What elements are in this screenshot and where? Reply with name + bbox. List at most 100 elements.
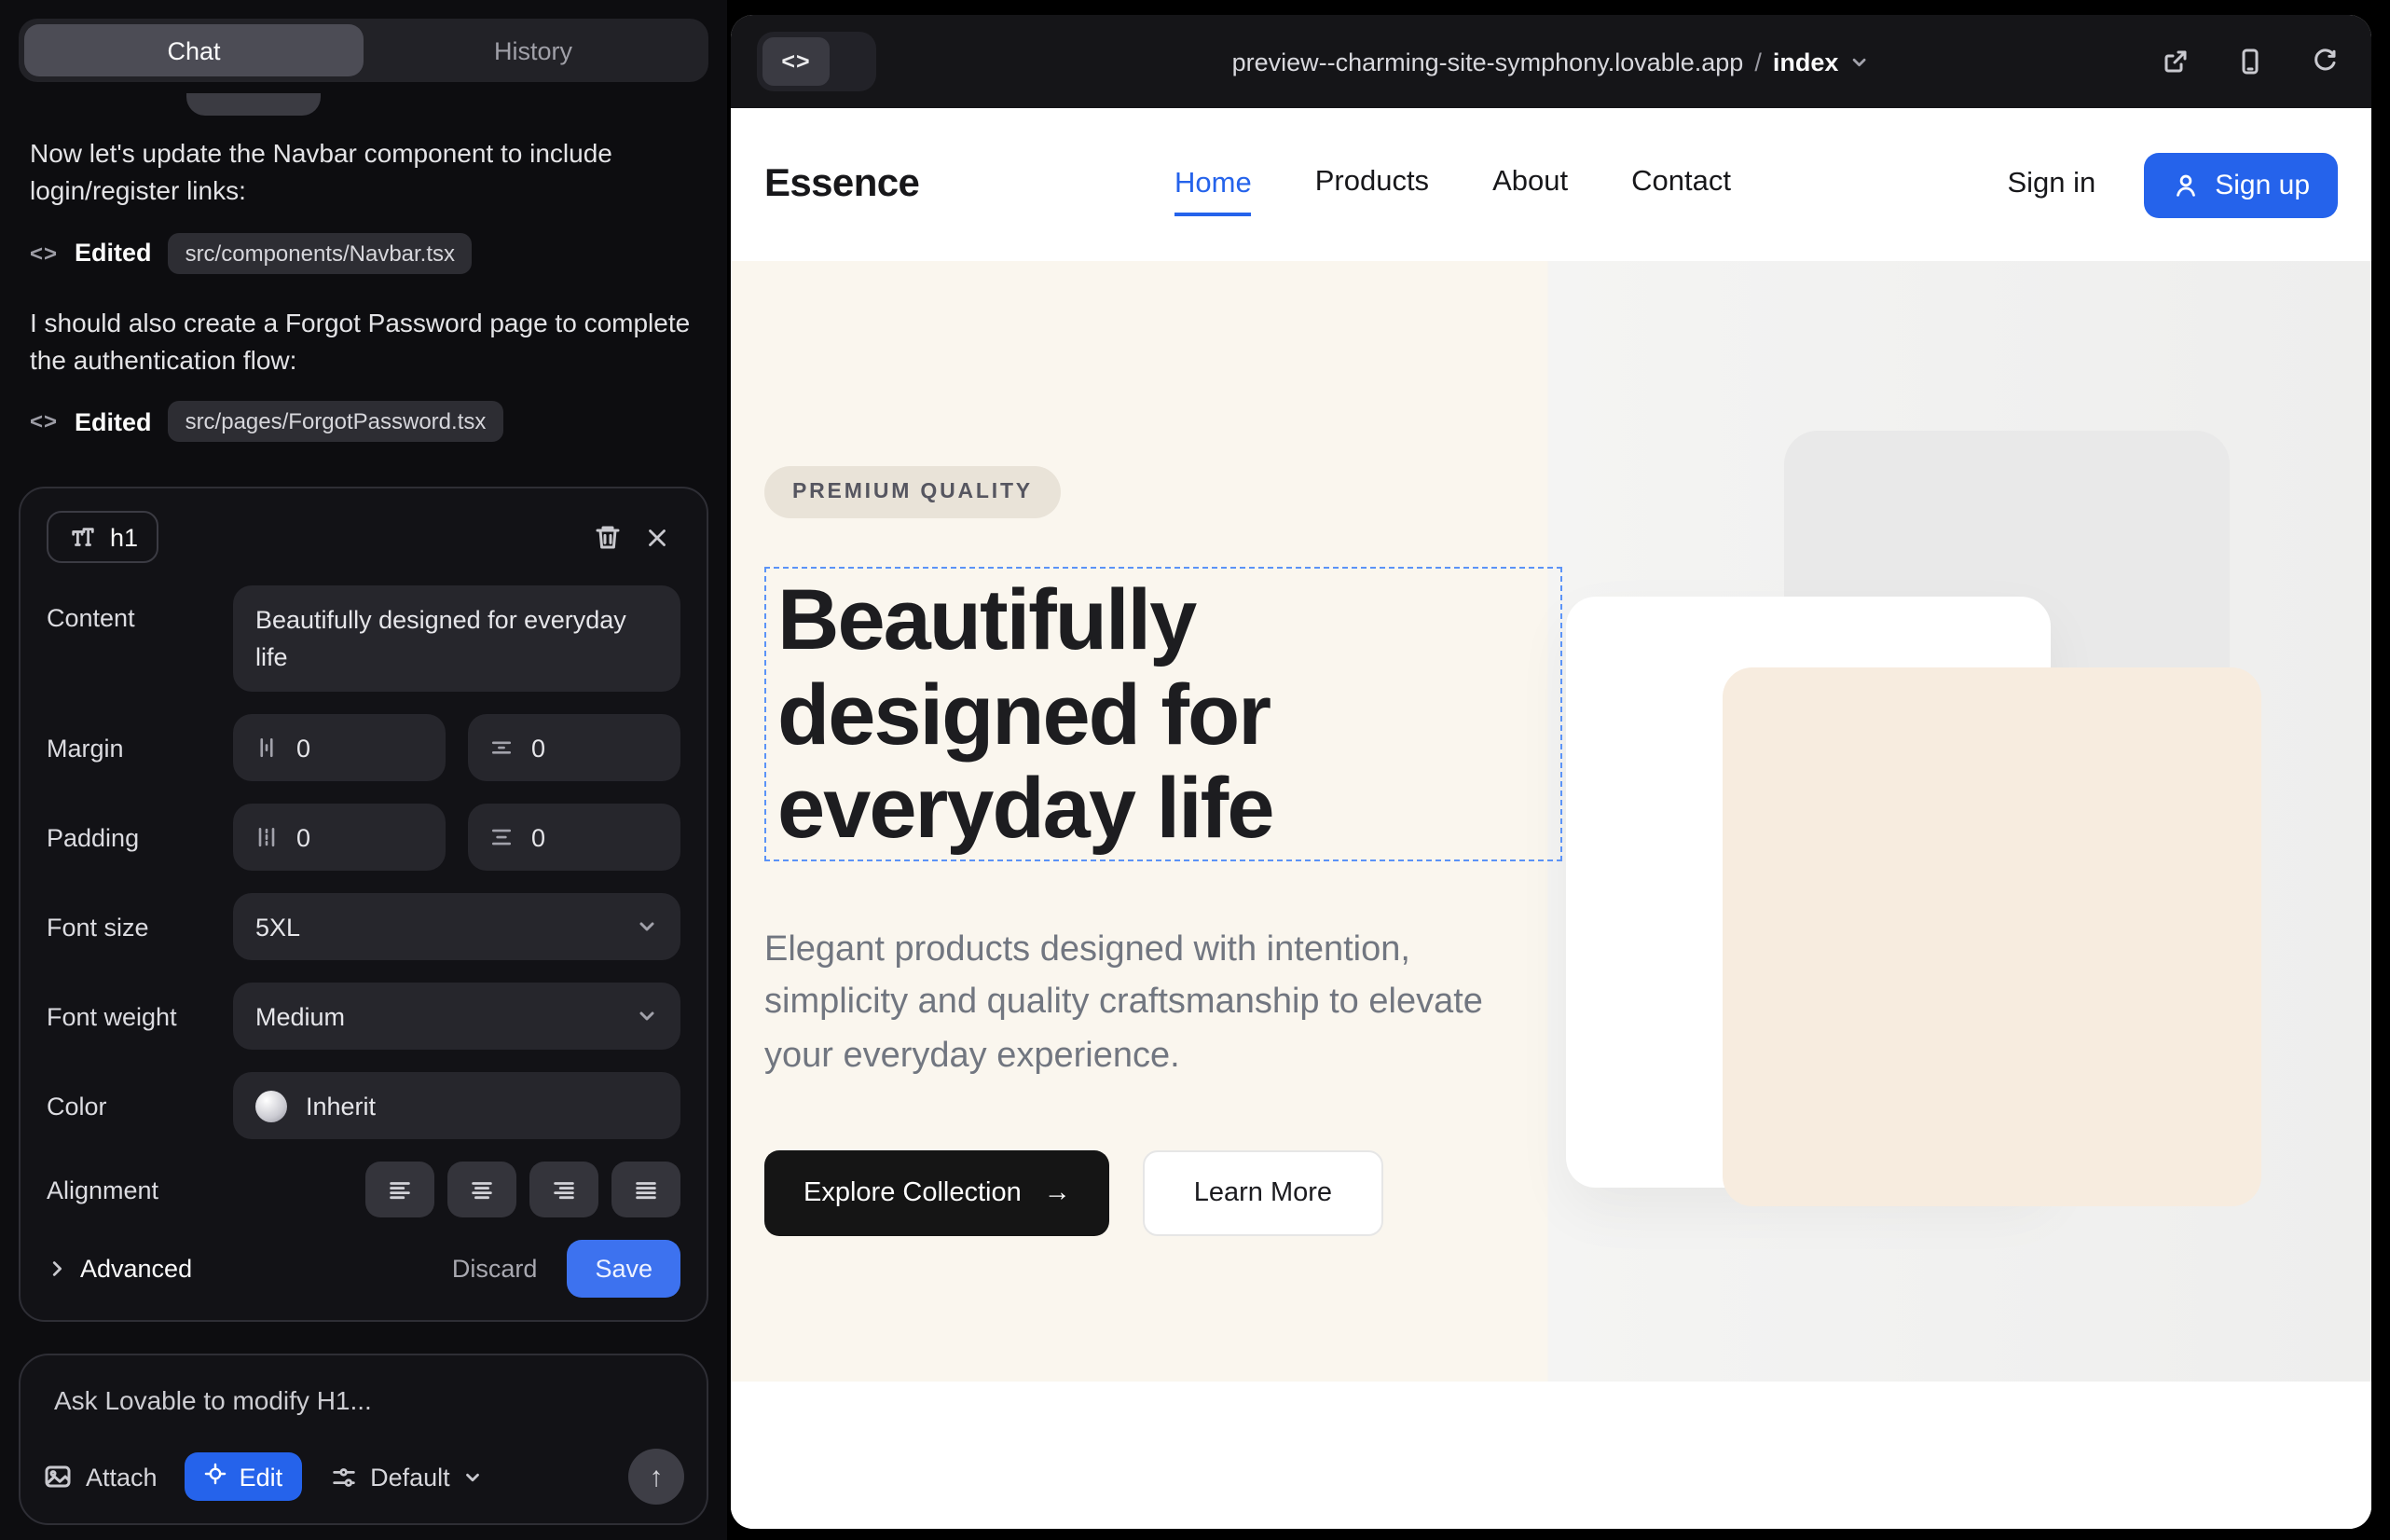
- padding-horizontal-icon: [254, 825, 280, 851]
- open-external-button[interactable]: [2155, 41, 2196, 82]
- mobile-view-button[interactable]: [2230, 41, 2271, 82]
- advanced-label: Advanced: [80, 1256, 192, 1284]
- edited-label: Edited: [75, 407, 152, 435]
- tab-history[interactable]: History: [364, 24, 703, 76]
- chat-message: Now let's update the Navbar component to…: [30, 134, 694, 210]
- editor-header: h1: [47, 511, 680, 563]
- margin-horizontal-icon: [254, 736, 280, 762]
- explore-collection-label: Explore Collection: [804, 1179, 1022, 1209]
- user-icon: [2172, 171, 2200, 199]
- hero-headline: Beautifully designed for everyday life: [777, 572, 1549, 856]
- align-left-button[interactable]: [365, 1162, 434, 1218]
- edit-mode-label: Edit: [240, 1463, 283, 1491]
- explore-collection-button[interactable]: Explore Collection →: [764, 1151, 1110, 1237]
- url-separator: /: [1754, 48, 1762, 76]
- file-edit-row: <> Edited src/pages/ForgotPassword.tsx: [30, 401, 697, 442]
- edited-label: Edited: [75, 239, 152, 267]
- prompt-input[interactable]: Ask Lovable to modify H1...: [54, 1385, 673, 1415]
- font-weight-row: Font weight Medium: [47, 983, 680, 1051]
- tab-chat[interactable]: Chat: [24, 24, 364, 76]
- nav-link-products[interactable]: Products: [1315, 166, 1429, 203]
- select-target-icon: [204, 1462, 228, 1492]
- image-icon: [43, 1462, 73, 1492]
- margin-vertical-input[interactable]: 0: [468, 715, 680, 782]
- chevron-right-icon: [47, 1259, 67, 1280]
- element-tag-label: h1: [110, 523, 138, 551]
- save-button[interactable]: Save: [567, 1241, 680, 1299]
- padding-horizontal-value: 0: [296, 824, 310, 852]
- chevron-down-icon: [636, 916, 658, 939]
- chevron-down-icon: [1849, 51, 1870, 72]
- padding-horizontal-input[interactable]: 0: [233, 804, 446, 872]
- sliders-icon: [329, 1463, 357, 1491]
- font-weight-label: Font weight: [47, 1003, 233, 1031]
- browser-chrome: <> preview--charming-site-symphony.lovab…: [731, 15, 2371, 108]
- premium-quality-badge: PREMIUM QUALITY: [764, 466, 1061, 518]
- hero-content: PREMIUM QUALITY Beautifully designed for…: [731, 261, 1573, 1237]
- send-button[interactable]: ↑: [628, 1449, 684, 1505]
- hero-cta-row: Explore Collection → Learn More: [764, 1151, 1573, 1237]
- margin-row: Margin 0 0: [47, 715, 680, 782]
- margin-horizontal-input[interactable]: 0: [233, 715, 446, 782]
- attach-button[interactable]: Attach: [43, 1462, 158, 1492]
- padding-vertical-icon: [488, 825, 515, 851]
- site-nav-links: Home Products About Contact: [1174, 166, 1731, 203]
- padding-vertical-input[interactable]: 0: [468, 804, 680, 872]
- learn-more-button[interactable]: Learn More: [1144, 1151, 1382, 1237]
- hero-section: PREMIUM QUALITY Beautifully designed for…: [731, 261, 2371, 1382]
- sign-up-button[interactable]: Sign up: [2144, 152, 2338, 217]
- alignment-label: Alignment: [47, 1176, 233, 1204]
- code-view-toggle[interactable]: <>: [757, 32, 876, 91]
- editor-footer: Advanced Discard Save: [47, 1241, 680, 1299]
- discard-button[interactable]: Discard: [430, 1243, 560, 1297]
- site-bottom-spacer: [731, 1382, 2371, 1529]
- color-row: Color Inherit: [47, 1073, 680, 1140]
- code-icon: <>: [30, 240, 58, 266]
- chat-message-list: Now let's update the Navbar component to…: [19, 101, 708, 472]
- file-path-chip[interactable]: src/pages/ForgotPassword.tsx: [169, 401, 503, 442]
- content-input[interactable]: Beautifully designed for everyday life: [233, 585, 680, 692]
- align-center-button[interactable]: [447, 1162, 516, 1218]
- url-path: index: [1773, 48, 1839, 76]
- nav-link-contact[interactable]: Contact: [1631, 166, 1731, 203]
- color-select[interactable]: Inherit: [233, 1073, 680, 1140]
- align-justify-button[interactable]: [611, 1162, 680, 1218]
- nav-link-about[interactable]: About: [1492, 166, 1568, 203]
- refresh-button[interactable]: [2304, 41, 2345, 82]
- edit-mode-button[interactable]: Edit: [185, 1452, 302, 1501]
- font-weight-select[interactable]: Medium: [233, 983, 680, 1051]
- font-size-select[interactable]: 5XL: [233, 894, 680, 961]
- default-mode-dropdown[interactable]: Default: [329, 1463, 484, 1491]
- color-swatch-icon: [255, 1091, 287, 1122]
- arrow-right-icon: →: [1044, 1179, 1071, 1209]
- font-weight-value: Medium: [255, 1003, 636, 1031]
- content-row: Content Beautifully designed for everyda…: [47, 585, 680, 692]
- site-viewport: Essence Home Products About Contact Sign…: [731, 108, 2371, 1529]
- prompt-composer: Ask Lovable to modify H1... Attach Edit: [19, 1354, 708, 1525]
- align-right-button[interactable]: [529, 1162, 598, 1218]
- close-editor-button[interactable]: [632, 513, 680, 561]
- element-editor-panel: h1 Content Beautifully designed for ever…: [19, 487, 708, 1322]
- sign-in-link[interactable]: Sign in: [2007, 168, 2095, 201]
- url-bar[interactable]: preview--charming-site-symphony.lovable.…: [1232, 48, 1871, 76]
- file-path-chip[interactable]: src/components/Navbar.tsx: [169, 232, 472, 273]
- selected-element-outline[interactable]: Beautifully designed for everyday life: [764, 567, 1562, 861]
- code-icon: <>: [762, 37, 830, 86]
- chevron-down-icon: [636, 1006, 658, 1028]
- color-label: Color: [47, 1093, 233, 1121]
- site-logo[interactable]: Essence: [764, 162, 919, 207]
- scrolled-chip: [186, 93, 321, 116]
- attach-label: Attach: [86, 1463, 158, 1491]
- margin-label: Margin: [47, 735, 233, 763]
- chrome-actions: [2155, 41, 2345, 82]
- chevron-down-icon: [463, 1466, 484, 1487]
- alignment-row: Alignment: [47, 1162, 680, 1218]
- advanced-toggle[interactable]: Advanced: [47, 1256, 192, 1284]
- type-icon: [67, 522, 97, 552]
- decorative-card-cream: [1723, 667, 2261, 1206]
- default-mode-label: Default: [370, 1463, 450, 1491]
- nav-link-home[interactable]: Home: [1174, 168, 1252, 216]
- app-root: Chat History Now let's update the Navbar…: [0, 0, 2390, 1540]
- delete-element-button[interactable]: [584, 513, 632, 561]
- sidebar-tabs: Chat History: [19, 19, 708, 82]
